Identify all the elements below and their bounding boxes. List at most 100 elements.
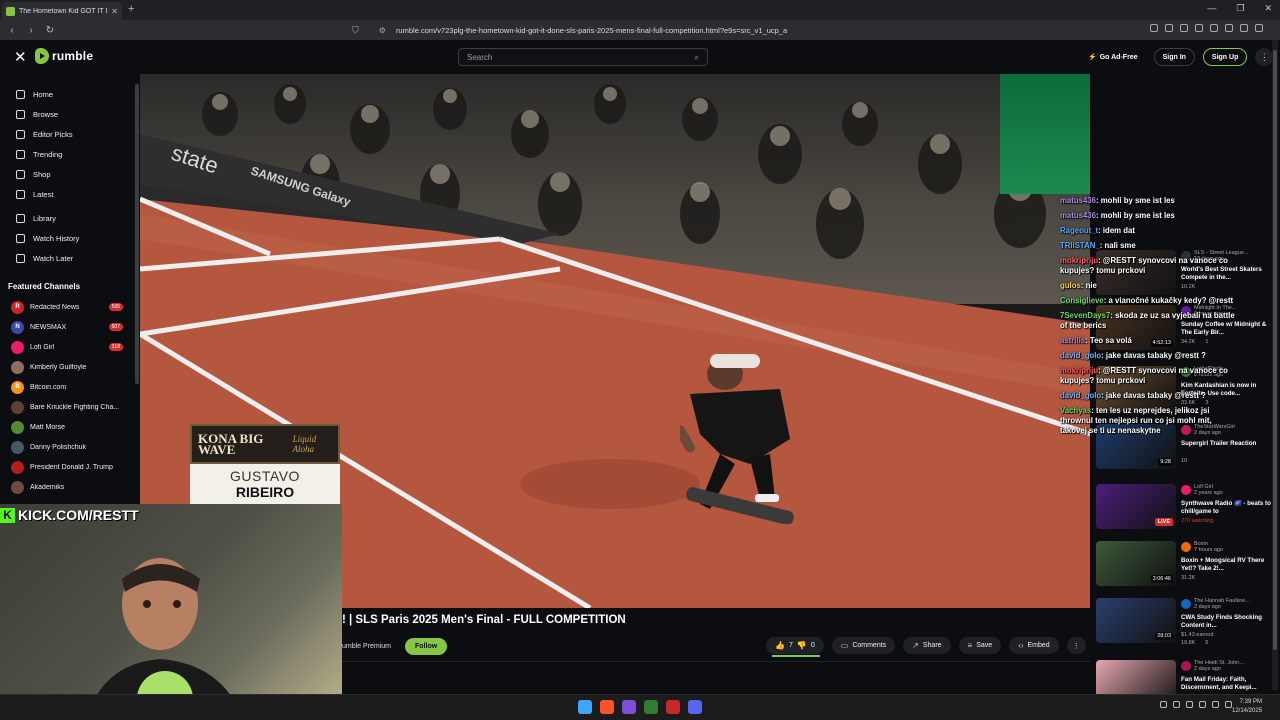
sidebar-item-latest[interactable]: Latest: [0, 184, 135, 204]
sidebar-item-home[interactable]: Home: [0, 84, 135, 104]
thumbs-down-icon[interactable]: 👎: [797, 641, 807, 650]
tray-icon[interactable]: [1186, 701, 1193, 708]
featured-channel[interactable]: Matt Morse: [0, 417, 135, 437]
minimize-icon[interactable]: —: [1207, 3, 1216, 14]
related-video-title[interactable]: CWA Study Finds Shocking Content in...: [1181, 614, 1271, 630]
sidebar-item-watch-later[interactable]: Watch Later: [0, 248, 135, 268]
more-actions-icon[interactable]: ⋮: [1066, 637, 1086, 654]
chat-username[interactable]: astrilis: [1060, 336, 1085, 345]
discord-icon[interactable]: [688, 700, 702, 714]
featured-channel[interactable]: Danny Polishchuk: [0, 437, 135, 457]
back-icon[interactable]: ‹: [5, 25, 19, 36]
channel-avatar[interactable]: [1181, 485, 1191, 495]
extension-icon[interactable]: [1150, 24, 1158, 32]
sidebar-item-shop[interactable]: Shop: [0, 164, 135, 184]
tray-icon[interactable]: [1173, 701, 1180, 708]
new-tab-icon[interactable]: +: [128, 3, 134, 15]
channel-name[interactable]: umble Premium: [342, 643, 391, 650]
site-info-icon[interactable]: ⚙: [379, 26, 386, 35]
chat-username[interactable]: david_golo: [1060, 391, 1101, 400]
sidebar-item-library[interactable]: Library: [0, 208, 135, 228]
menu-icon[interactable]: [1255, 24, 1263, 32]
sign-up-button[interactable]: Sign Up: [1202, 48, 1248, 66]
page-scrollbar[interactable]: [1272, 40, 1278, 690]
more-options-icon[interactable]: ⋮: [1255, 48, 1274, 66]
reload-icon[interactable]: ↻: [43, 25, 57, 36]
featured-channel[interactable]: Bare Knuckle Fighting Cha...: [0, 397, 135, 417]
chat-username[interactable]: TRIISTAN_: [1060, 241, 1100, 250]
channel-avatar[interactable]: [1181, 661, 1191, 671]
forward-icon[interactable]: ›: [24, 25, 38, 36]
go-ad-free-button[interactable]: ⚡ Go Ad-Free: [1080, 48, 1146, 66]
channel-avatar[interactable]: [1181, 542, 1191, 552]
chat-username[interactable]: 7SevenDays7: [1060, 311, 1110, 320]
follow-button[interactable]: Follow: [405, 638, 448, 655]
sidebar-item-trending[interactable]: Trending: [0, 144, 135, 164]
video-thumbnail[interactable]: 3:06:46: [1096, 541, 1176, 586]
sidebar-scrollbar[interactable]: [135, 84, 139, 384]
chat-username[interactable]: mokripriju: [1060, 366, 1098, 375]
scrollbar-thumb[interactable]: [1273, 50, 1277, 650]
related-video-title[interactable]: Fan Mail Friday: Faith, Discernment, and…: [1181, 676, 1271, 692]
sidebar-icon[interactable]: [1180, 24, 1188, 32]
chat-username[interactable]: Vachyas: [1060, 406, 1091, 415]
chat-username[interactable]: david_golo: [1060, 351, 1101, 360]
share-button[interactable]: ↗ Share: [903, 637, 951, 654]
thumbs-up-icon[interactable]: 👍: [775, 641, 785, 650]
featured-channel[interactable]: B Bitcoin.com: [0, 377, 135, 397]
tray-icon[interactable]: [1225, 701, 1232, 708]
related-video-card[interactable]: 28:03 The Hannah Faulkne... 2 days ago CWA …: [1096, 598, 1271, 648]
featured-channel[interactable]: N NEWSMAX 507: [0, 317, 135, 337]
tray-icon[interactable]: [1199, 701, 1206, 708]
tab-search-icon[interactable]: [1165, 24, 1173, 32]
sign-in-button[interactable]: Sign In: [1153, 48, 1195, 66]
search-icon[interactable]: ⌕: [695, 53, 699, 62]
featured-channel[interactable]: Akademiks: [0, 477, 135, 497]
featured-channel[interactable]: R Redacted News 595: [0, 297, 135, 317]
sidebar-item-editor-picks[interactable]: Editor Picks: [0, 124, 135, 144]
tray-icon[interactable]: [1160, 701, 1167, 708]
clock[interactable]: 7:39 PM 12/14/2025: [1232, 698, 1262, 716]
related-video-card[interactable]: 3:06:46 Boxin 7 hours ago Boxin + Moogsical…: [1096, 541, 1271, 591]
comments-button[interactable]: ▭ Comments: [831, 637, 896, 654]
related-video-title[interactable]: Boxin + Moogsical RV There Yet!? Take 2!…: [1181, 557, 1271, 573]
related-video-card[interactable]: LIVE Lofi Girl 2 years ago Synthwave Radio …: [1096, 484, 1271, 534]
sidebar-item-browse[interactable]: Browse: [0, 104, 135, 124]
browser-tab[interactable]: The Hometown Kid GOT IT D... ✕: [2, 2, 122, 20]
chat-username[interactable]: Rageout_t: [1060, 226, 1098, 235]
app-icon[interactable]: [666, 700, 680, 714]
maximize-icon[interactable]: ❐: [1236, 3, 1244, 14]
search-input[interactable]: Search ⌕: [458, 48, 708, 66]
tray-icon[interactable]: [1212, 701, 1219, 708]
chat-username[interactable]: matus436: [1060, 211, 1096, 220]
featured-channel[interactable]: Kimberly Guilfoyle: [0, 357, 135, 377]
related-video-title[interactable]: Supergirl Trailer Reaction: [1181, 440, 1271, 456]
featured-channel[interactable]: President Donald J. Trump: [0, 457, 135, 477]
app-icon[interactable]: [622, 700, 636, 714]
close-tab-icon[interactable]: ✕: [111, 7, 118, 16]
address-bar[interactable]: ⛉ ⚙ rumble.com/v723plg-the-hometown-kid-…: [352, 23, 912, 37]
close-sidebar-icon[interactable]: ✕: [14, 48, 27, 66]
chat-username[interactable]: gulos: [1060, 281, 1081, 290]
sidebar-item-watch-history[interactable]: Watch History: [0, 228, 135, 248]
embed-button[interactable]: ‹› Embed: [1009, 637, 1059, 654]
chat-username[interactable]: Consiglieve: [1060, 296, 1104, 305]
channel-avatar[interactable]: [1181, 599, 1191, 609]
rumble-logo[interactable]: rumble: [35, 48, 93, 64]
vpn-icon[interactable]: [1225, 24, 1233, 32]
brave-browser-icon[interactable]: [600, 700, 614, 714]
chat-username[interactable]: mokripriju: [1060, 256, 1098, 265]
shield-icon[interactable]: [1240, 24, 1248, 32]
save-button[interactable]: ≡ Save: [958, 637, 1002, 654]
video-thumbnail[interactable]: LIVE: [1096, 484, 1176, 529]
wallet-icon[interactable]: [1210, 24, 1218, 32]
video-thumbnail[interactable]: 28:03: [1096, 598, 1176, 643]
app-icon[interactable]: [644, 700, 658, 714]
related-video-title[interactable]: Synthwave Radio 🌌 - beats to chill/game …: [1181, 500, 1271, 516]
bookmark-icon[interactable]: ⛉: [352, 25, 359, 36]
reading-list-icon[interactable]: [1195, 24, 1203, 32]
start-icon[interactable]: [578, 700, 592, 714]
close-window-icon[interactable]: ✕: [1264, 3, 1272, 14]
featured-channel[interactable]: Lofi Girl 318: [0, 337, 135, 357]
chat-username[interactable]: matus436: [1060, 196, 1096, 205]
